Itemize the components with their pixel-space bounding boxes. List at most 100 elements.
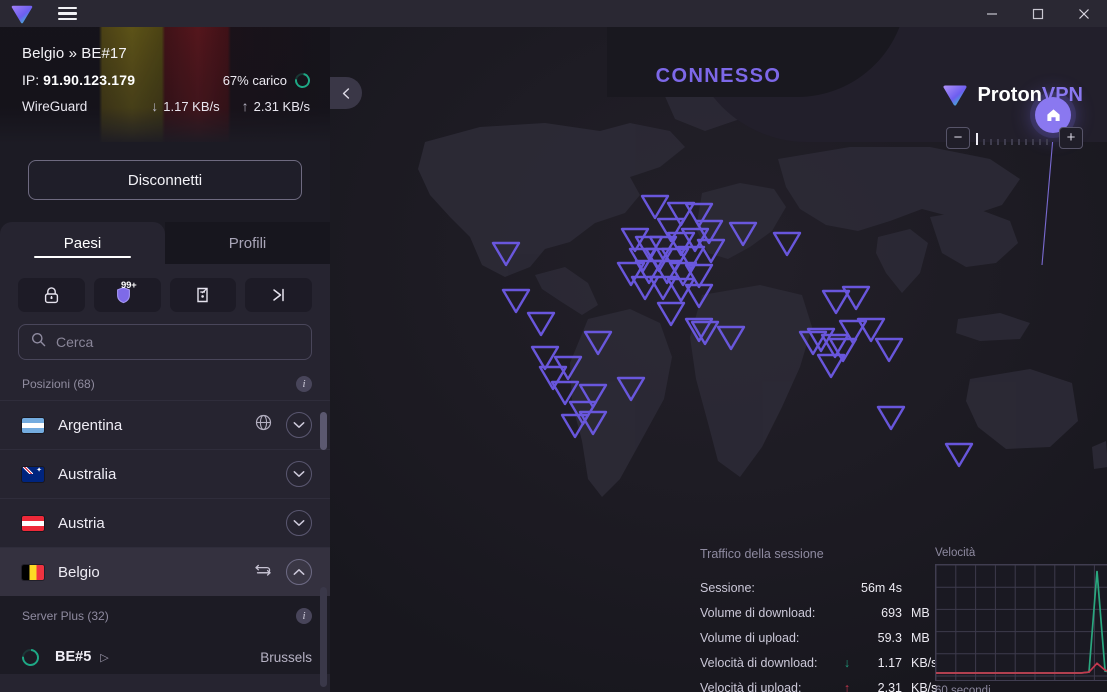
country-name: Belgio [58,563,100,581]
map-area[interactable]: CONNESSO ProtonVPN − + Traffico della se… [330,27,1107,692]
minimize-button[interactable] [969,0,1015,27]
kill-switch-icon[interactable] [18,278,85,312]
server-group-label: Server Plus (32) [22,609,109,623]
netshield-icon[interactable]: 99+ [93,278,161,312]
stat-label: Volume di upload: [700,630,800,645]
stat-row-download-speed: Velocità di download: ↓ 1.17 KB/s [700,650,940,675]
stat-row-upload-volume: Volume di upload: 59.3 MB [700,625,940,650]
positions-count-label: Posizioni (68) [22,377,95,391]
zoom-tick [1025,139,1027,145]
country-name: Argentina [58,416,123,434]
flag-icon-belgio [22,564,44,580]
protocol-label: WireGuard [22,98,88,114]
maximize-button[interactable] [1015,0,1061,27]
country-row-austria[interactable]: Austria [0,498,330,547]
tab-profili[interactable]: Profili [165,222,330,264]
zoom-tick [997,139,999,145]
speed-graph-plot [935,564,1107,681]
session-traffic-title: Traffico della sessione [700,547,824,561]
search-icon [31,332,46,352]
zoom-tick [1046,139,1048,145]
stat-row-upload-speed: Velocità di upload: ↑ 2.31 KB/s [700,675,940,692]
country-name: Austria [58,514,105,532]
reconnect-swap-icon[interactable] [254,563,272,582]
stat-value: 56m 4s [861,580,902,595]
stat-label: Velocità di upload: [700,680,802,692]
map-zoom-controls: − + [946,127,1083,149]
zoom-out-button[interactable]: − [946,127,970,149]
port-forwarding-icon[interactable] [169,278,237,312]
upload-arrow-icon: ↑ [241,98,249,114]
connect-play-icon[interactable]: ▷ [100,651,108,664]
collapse-chevron-up-icon[interactable] [286,559,312,585]
zoom-tick [1032,139,1034,145]
flag-icon-australia [22,466,44,482]
speed-graph-panel: Velocità 1.06 MB/s 60 secondi 0 [935,547,1107,692]
brand-name-vpn: VPN [1041,83,1083,106]
sidebar-tabs: Paesi Profili [0,222,330,264]
info-icon[interactable]: i [296,376,312,392]
netshield-badge: 99+ [120,280,137,291]
zoom-tick [1004,139,1006,145]
tab-paesi[interactable]: Paesi [0,222,165,264]
brand-logo: ProtonVPN [942,83,1083,107]
expand-chevron-down-icon[interactable] [286,412,312,438]
zoom-tick [983,139,985,145]
stat-value: 2.31 [877,680,902,692]
zoom-tick [990,139,992,145]
title-bar [0,0,1107,27]
stat-value: 1.17 [877,655,902,670]
country-row-belgio[interactable]: Belgio [0,547,330,596]
disconnect-button[interactable]: Disconnetti [28,160,302,200]
stat-label: Volume di download: [700,605,816,620]
close-button[interactable] [1061,0,1107,27]
zoom-tick [1039,139,1041,145]
speed-series-download [936,570,1107,674]
zoom-tick [1018,139,1020,145]
proton-logo-icon [0,0,44,27]
zoom-slider[interactable] [976,131,1053,145]
search-container[interactable] [18,324,312,360]
server-load-text: 67% carico [222,72,287,88]
collapse-sidebar-button[interactable] [330,77,362,109]
flag-icon-argentina [22,417,44,433]
stat-label: Velocità di download: [700,655,818,670]
download-arrow-icon: ↓ [151,98,159,114]
hamburger-menu-icon[interactable] [44,0,90,27]
server-row-be5[interactable]: BE#5 ▷ Brussels [0,634,330,674]
search-input[interactable] [56,334,299,350]
brand-name-proton: Proton [977,83,1042,106]
server-load-ring-icon [292,69,313,91]
sidebar: Belgio » BE#17 IP: 91.90.123.179 67% car… [0,27,330,692]
server-group-header: Server Plus (32) i [0,596,330,634]
stat-value: 693 [881,605,902,620]
country-row-argentina[interactable]: Argentina [0,400,330,449]
stat-row-session: Sessione: 56m 4s [700,575,940,600]
countries-panel: 99+ Cerca Posizioni (68) i Argentina ✦ A… [0,264,330,692]
session-traffic-panel: Traffico della sessione Sessione: 56m 4s… [700,547,940,692]
server-list-scrollbar-thumb[interactable] [320,587,327,687]
server-name: BE#5 [55,649,92,665]
zoom-tick-active [976,133,978,145]
globe-icon[interactable] [255,414,272,436]
speed-series-upload [936,662,1107,674]
country-name: Australia [58,465,117,483]
speed-graph-title: Velocità [935,547,976,559]
expand-chevron-down-icon[interactable] [286,510,312,536]
info-icon[interactable]: i [296,608,312,624]
skip-icon[interactable] [245,278,312,312]
server-load-ring-icon [18,645,43,669]
ip-label: IP: [22,72,40,88]
stat-row-download-volume: Volume di download: 693 MB [700,600,940,625]
ip-value: 91.90.123.179 [43,72,136,88]
sidebar-scrollbar-thumb[interactable] [320,412,327,450]
zoom-tick [1011,139,1013,145]
server-city: Brussels [260,649,312,665]
expand-chevron-down-icon[interactable] [286,461,312,487]
positions-header: Posizioni (68) i [0,360,330,400]
country-row-australia[interactable]: Australia [0,449,330,498]
flag-icon-austria [22,515,44,531]
stat-value: 59.3 [877,630,902,645]
zoom-in-button[interactable]: + [1059,127,1083,149]
country-list: Argentina Australia [0,400,330,674]
